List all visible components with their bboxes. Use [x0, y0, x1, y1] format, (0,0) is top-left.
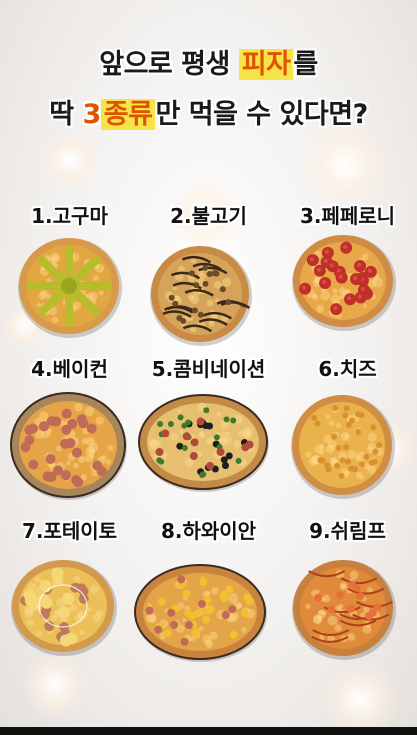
pizza-label: 1.고구마	[31, 204, 108, 228]
pizza-label: 7.포테이토	[21, 519, 118, 543]
bulgogi-pizza-icon	[150, 246, 252, 346]
pizza-label: 5.콤비네이션	[151, 357, 266, 381]
pizza-grid: 1.고구마 2.불고기 3.페페로니 4.베이컨 5.콤비네이션 6.치즈 7.포테이토 8.…	[0, 0, 417, 735]
bottom-bar	[0, 727, 417, 735]
pizza-label: 6.치즈	[318, 357, 377, 381]
hawaiian-pizza-icon	[134, 564, 267, 662]
pizza-label: 2.불고기	[170, 204, 247, 228]
potato-pizza-icon	[11, 560, 117, 656]
sweet-potato-pizza-icon	[18, 238, 122, 338]
pizza-label: 3.페페로니	[299, 204, 396, 228]
combination-pizza-icon	[138, 394, 269, 492]
pizza-label: 9.쉬림프	[309, 519, 386, 543]
bacon-pizza-icon	[10, 392, 127, 500]
pizza-label: 4.베이컨	[31, 357, 108, 381]
cheese-pizza-icon	[291, 395, 395, 499]
pepperoni-pizza-icon	[292, 235, 396, 331]
pizza-label: 8.하와이안	[160, 519, 257, 543]
shrimp-pizza-icon	[292, 560, 396, 660]
